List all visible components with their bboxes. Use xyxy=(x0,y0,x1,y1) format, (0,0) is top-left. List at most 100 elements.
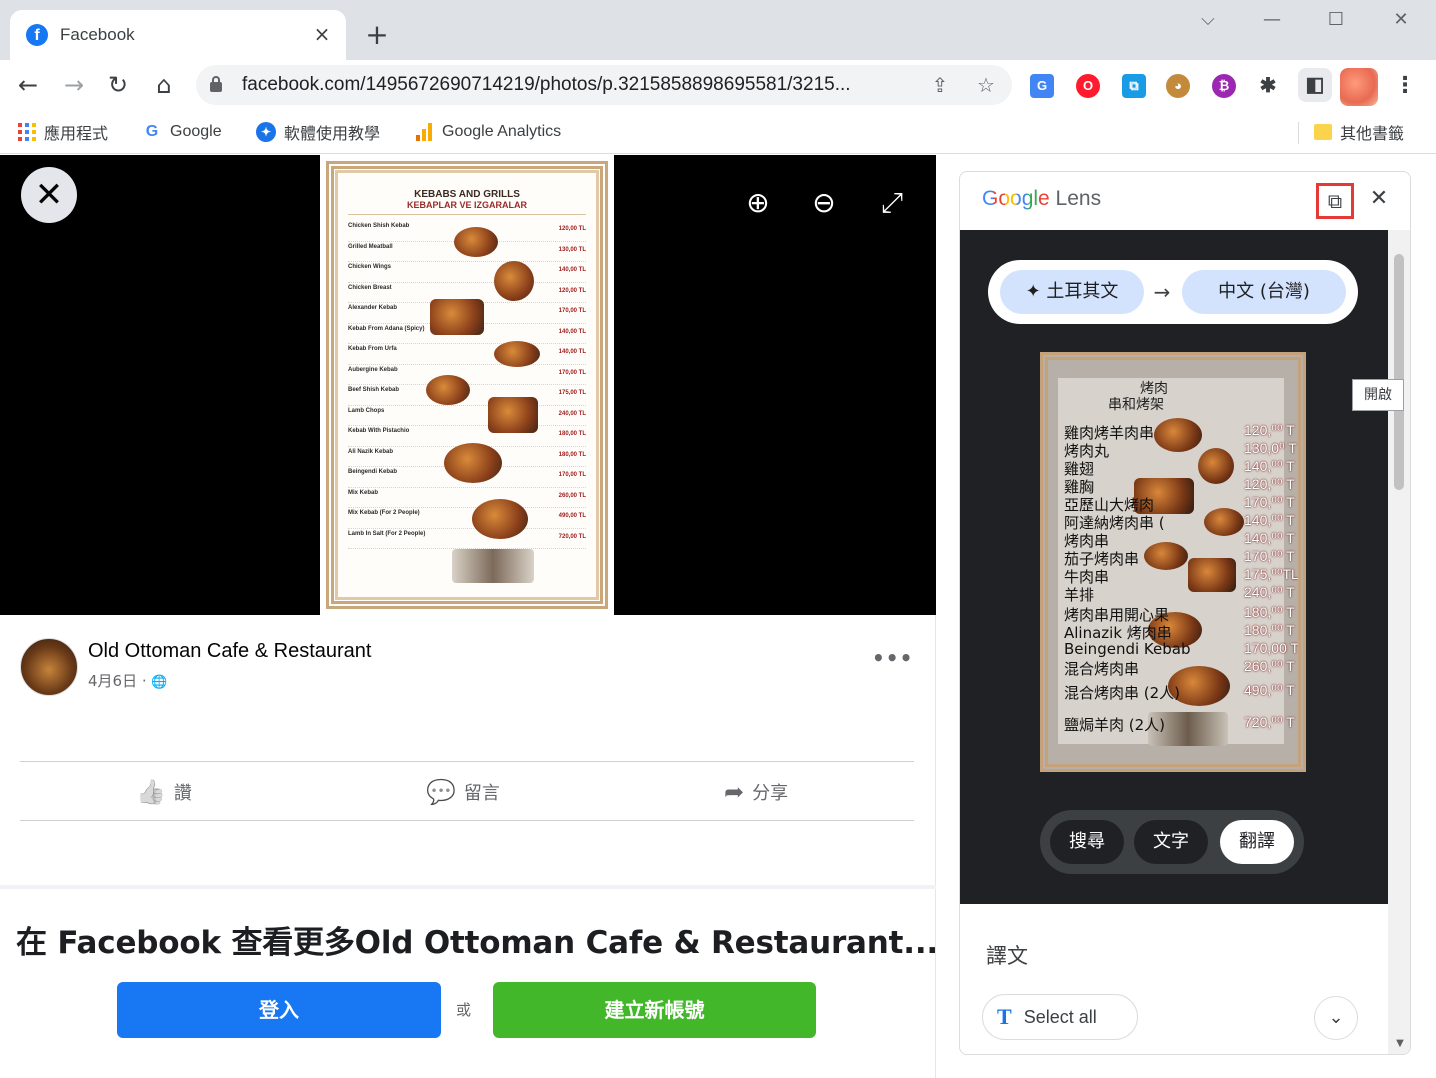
back-button[interactable]: ← xyxy=(12,69,44,101)
source-language-chip[interactable]: ✦ 土耳其文 xyxy=(1000,270,1144,314)
bookmark-label: 軟體使用教學 xyxy=(284,126,381,143)
copy-extension-icon[interactable]: ⧉ xyxy=(1122,74,1146,98)
fullscreen-icon[interactable]: ⤢ xyxy=(874,185,910,221)
analytics-bars-icon xyxy=(416,123,434,141)
new-tab-button[interactable]: + xyxy=(362,20,392,50)
zoom-out-icon[interactable]: ⊖ xyxy=(806,185,842,221)
page-name-link[interactable]: Old Ottoman Cafe & Restaurant xyxy=(88,640,371,663)
like-button[interactable]: 👍 讚 xyxy=(136,778,192,806)
like-label: 讚 xyxy=(173,783,192,804)
scrollbar-thumb[interactable] xyxy=(1394,254,1404,490)
home-button[interactable]: ⌂ xyxy=(148,69,180,101)
squirrel-extension-icon[interactable]: ◕ xyxy=(1166,74,1190,98)
food-photo xyxy=(1198,448,1234,484)
translated-item: 雞翅 xyxy=(1064,460,1095,478)
food-photo xyxy=(452,549,534,583)
tab-search-button[interactable]: ⌵ xyxy=(1188,6,1228,34)
food-photo xyxy=(1154,418,1202,452)
minimize-button[interactable]: — xyxy=(1252,6,1292,34)
reload-button[interactable]: ↻ xyxy=(102,69,134,101)
bookmark-other-folder[interactable]: 其他書籤 xyxy=(1314,120,1404,144)
menu-item-price: 140,00 TL xyxy=(558,267,586,273)
select-all-button[interactable]: T Select all xyxy=(982,994,1138,1040)
folder-icon xyxy=(1314,124,1332,140)
menu-item-price: 240,00 TL xyxy=(558,410,586,417)
post-header: Old Ottoman Cafe & Restaurant 4月6日 · 🌐 •… xyxy=(20,638,920,698)
translated-subheading: 串和烤架 xyxy=(1108,397,1164,413)
more-options-icon[interactable]: ••• xyxy=(872,646,912,676)
scroll-down-arrow-icon[interactable]: ▼ xyxy=(1394,1038,1406,1050)
menu-item-price: 720,00 TL xyxy=(558,533,586,540)
bookmark-software-tutorials[interactable]: ✦ 軟體使用教學 xyxy=(256,120,380,144)
menu-item-name: Grilled Meatball xyxy=(348,243,393,250)
tab-close-icon[interactable]: × xyxy=(310,22,334,46)
zoom-in-icon[interactable]: ⊕ xyxy=(740,185,776,221)
menu-item: Mix Kebab 260,00 TL xyxy=(348,488,586,508)
translated-item: 羊排 xyxy=(1064,586,1095,604)
bookmark-apps[interactable]: 應用程式 xyxy=(18,120,108,144)
translated-item: 阿達納烤肉串 ( xyxy=(1064,514,1165,532)
maximize-button[interactable]: ☐ xyxy=(1316,6,1356,34)
food-photo xyxy=(1188,558,1236,592)
language-selector: ✦ 土耳其文 → 中文 (台灣) xyxy=(988,260,1358,324)
menu-photo: KEBABS AND GRILLS KEBAPLAR VE IZGARALAR … xyxy=(320,155,614,615)
food-photo xyxy=(494,341,540,367)
menu-item-name: Lamb Chops xyxy=(348,407,385,414)
translated-item: 雞胸 xyxy=(1064,478,1095,496)
lock-icon[interactable] xyxy=(210,76,222,92)
comment-button[interactable]: 💬 留言 xyxy=(426,778,500,806)
mode-search-button[interactable]: 搜尋 xyxy=(1050,820,1124,864)
profile-avatar[interactable] xyxy=(1340,68,1378,106)
page-avatar[interactable] xyxy=(20,638,78,696)
share-button[interactable]: ➦ 分享 xyxy=(724,778,788,806)
post-date[interactable]: 4月6日 · xyxy=(88,672,151,690)
share-label: 分享 xyxy=(752,783,789,804)
menu-item: Chicken Wings 140,00 TL xyxy=(348,262,586,283)
close-panel-icon[interactable]: ✕ xyxy=(1364,184,1394,214)
url-text[interactable]: facebook.com/1495672690714219/photos/p.3… xyxy=(242,74,851,96)
translated-item: 鹽焗羊肉 (2人) xyxy=(1064,716,1166,734)
login-button[interactable]: 登入 xyxy=(117,982,441,1038)
menu-item-name: Beef Shish Kebab xyxy=(348,387,400,393)
bookmark-google-analytics[interactable]: Google Analytics xyxy=(416,120,561,144)
address-bar[interactable]: facebook.com/1495672690714219/photos/p.3… xyxy=(196,65,1012,105)
menu-item: Kebab From Urfa 140,00 TL xyxy=(348,344,586,365)
translate-extension-icon[interactable]: G xyxy=(1030,74,1054,98)
open-in-new-tab-icon[interactable]: ⧉ xyxy=(1316,183,1354,219)
translated-image[interactable]: 烤肉 串和烤架 雞肉烤羊肉串 烤肉丸 雞翅 雞胸 亞歷山大烤肉 阿達納烤肉串 (… xyxy=(1040,352,1306,772)
mode-text-button[interactable]: 文字 xyxy=(1134,820,1208,864)
target-language-chip[interactable]: 中文 (台灣) xyxy=(1182,270,1346,314)
mode-translate-button[interactable]: 翻譯 xyxy=(1220,820,1294,864)
translated-price: 180,⁰⁰ T xyxy=(1244,622,1295,638)
menu-item-name: Kebab From Adana (Spicy) xyxy=(348,325,425,332)
forward-button[interactable]: → xyxy=(58,69,90,101)
menu-item-name: Lamb In Salt (For 2 People) xyxy=(348,530,426,537)
crypto-extension-icon[interactable]: ₿ xyxy=(1212,74,1236,98)
thumbs-up-icon: 👍 xyxy=(136,778,166,806)
share-arrow-icon: ➦ xyxy=(724,778,745,806)
post-meta: 4月6日 · 🌐 xyxy=(88,670,168,691)
opera-extension-icon[interactable]: O xyxy=(1076,74,1100,98)
menu-item-name: Chicken Breast xyxy=(348,284,392,291)
translated-item: 烤肉串用開心果 xyxy=(1064,606,1170,624)
browser-tab-facebook[interactable]: f Facebook × xyxy=(10,10,346,60)
google-lens-side-panel: Google Lens ⧉ ✕ ✦ 土耳其文 → 中文 (台灣) 烤肉 串和烤架 xyxy=(937,155,1436,1078)
bookmark-label: 其他書籤 xyxy=(1340,126,1405,143)
browser-menu-icon[interactable]: ⋮ xyxy=(1394,72,1416,100)
chevron-down-icon[interactable]: ⌄ xyxy=(1314,996,1358,1040)
share-icon[interactable]: ⇪ xyxy=(926,71,954,99)
facebook-photo-page: ✕ ⊕ ⊖ ⤢ KEBABS AND GRILLS KEBAPLAR VE IZ… xyxy=(0,155,938,1078)
translation-label: 譯文 xyxy=(986,944,1028,968)
menu-item: Lamb Chops 240,00 TL xyxy=(348,406,586,426)
translated-item: 混合烤肉串 (2人) xyxy=(1064,684,1181,702)
close-window-button[interactable]: ✕ xyxy=(1381,6,1421,34)
browser-toolbar: ← → ↻ ⌂ facebook.com/1495672690714219/ph… xyxy=(0,60,1436,110)
bookmark-google[interactable]: G Google xyxy=(142,120,222,144)
extensions-puzzle-icon[interactable]: ✱ xyxy=(1256,74,1280,98)
panel-scrollbar[interactable]: ▼ xyxy=(1388,230,1410,1054)
translated-item: 雞肉烤羊肉串 xyxy=(1064,424,1155,442)
create-account-button[interactable]: 建立新帳號 xyxy=(493,982,816,1038)
side-panel-icon[interactable]: ◧ xyxy=(1298,68,1332,102)
bookmark-star-icon[interactable]: ☆ xyxy=(972,71,1000,99)
close-photo-button[interactable]: ✕ xyxy=(21,167,77,223)
